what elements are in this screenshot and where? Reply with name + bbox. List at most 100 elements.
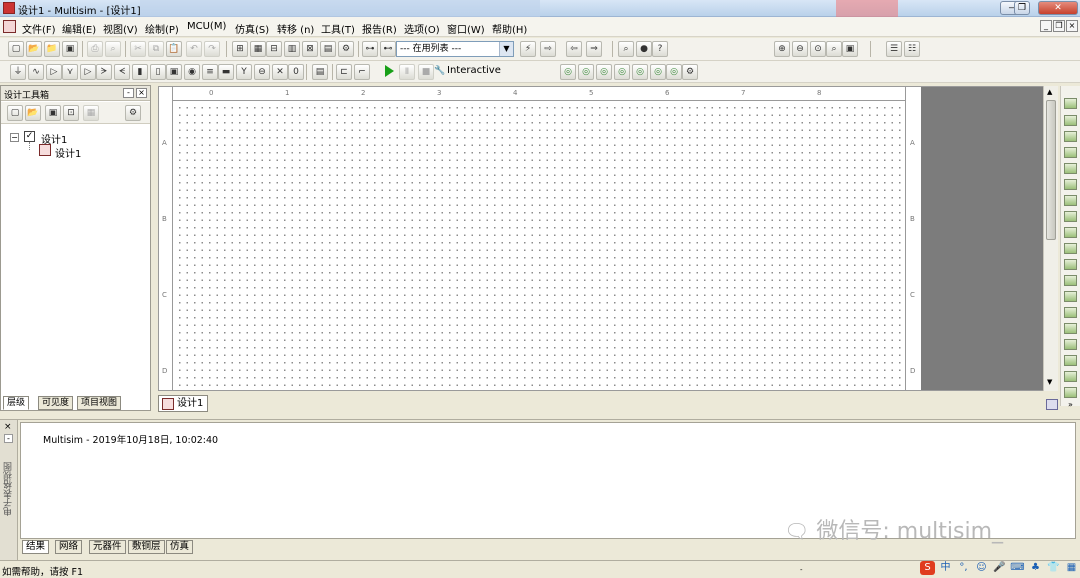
- help-icon[interactable]: ?: [652, 41, 668, 57]
- menu-view[interactable]: 视图(V): [103, 21, 138, 36]
- close-button[interactable]: ✕: [1038, 1, 1078, 15]
- save-icon[interactable]: ▣: [62, 41, 78, 57]
- indicator-icon[interactable]: ▣: [166, 64, 182, 80]
- tree-child-label[interactable]: 设计1: [55, 145, 81, 160]
- misc-icon[interactable]: ≡: [202, 64, 218, 80]
- panel-minimize-button[interactable]: -: [123, 88, 134, 98]
- tab-copper-layers[interactable]: 敷铜层: [128, 540, 165, 554]
- panel-close-button[interactable]: ×: [136, 88, 147, 98]
- paste-icon[interactable]: 📋: [166, 41, 182, 57]
- search-icon[interactable]: ⌕: [618, 41, 634, 57]
- mdi-close-button[interactable]: ×: [1066, 20, 1078, 32]
- checkbox-icon[interactable]: ✓: [24, 131, 35, 142]
- grapher-icon[interactable]: ⊶: [362, 41, 378, 57]
- cmos-icon[interactable]: ᗕ: [114, 64, 130, 80]
- menu-options[interactable]: 选项(O): [404, 21, 440, 36]
- menu-tools[interactable]: 工具(T): [321, 21, 355, 36]
- scrollbar-thumb[interactable]: [1046, 100, 1056, 240]
- menu-mcu[interactable]: MCU(M): [187, 21, 226, 32]
- rf-icon[interactable]: Y: [236, 64, 252, 80]
- wattmeter-icon[interactable]: [1064, 131, 1077, 142]
- transfer-to-ultiboard-icon[interactable]: ⇨: [540, 41, 556, 57]
- distortion-analyzer-icon[interactable]: [1064, 275, 1077, 286]
- forward-annotate-icon[interactable]: ⇒: [586, 41, 602, 57]
- emoji-icon[interactable]: ☺: [974, 561, 989, 575]
- backannotate-icon[interactable]: ⇦: [566, 41, 582, 57]
- more-icon[interactable]: ▦: [1064, 561, 1079, 575]
- probe-icon[interactable]: [1046, 399, 1058, 410]
- mdi-restore-button[interactable]: ❐: [1053, 20, 1065, 32]
- four-channel-oscilloscope-icon[interactable]: [1064, 163, 1077, 174]
- menu-simulate[interactable]: 仿真(S): [235, 21, 269, 36]
- component-wizard-icon[interactable]: ⚙: [338, 41, 354, 57]
- function-generator-icon[interactable]: [1064, 115, 1077, 126]
- spreadsheet-view-icon[interactable]: ⊠: [302, 41, 318, 57]
- logic-converter-icon[interactable]: [1064, 227, 1077, 238]
- advanced-peripherals-icon[interactable]: ▬: [218, 64, 234, 80]
- print-preview-icon[interactable]: ⌕: [105, 41, 121, 57]
- print-icon[interactable]: ⎙: [87, 41, 103, 57]
- source-icon[interactable]: ⏚: [10, 64, 26, 80]
- bode-plotter-icon[interactable]: [1064, 179, 1077, 190]
- fullscreen-icon[interactable]: ▣: [842, 41, 858, 57]
- netlist-icon[interactable]: ☷: [904, 41, 920, 57]
- delete-icon[interactable]: ▦: [83, 105, 99, 121]
- pause-simulation-icon[interactable]: Ⅱ: [399, 64, 415, 80]
- close-design-icon[interactable]: ⊡: [63, 105, 79, 121]
- ni-component-icon[interactable]: ✕: [272, 64, 288, 80]
- tab-design1[interactable]: 设计1: [158, 395, 208, 412]
- iv-analyzer-icon[interactable]: [1064, 259, 1077, 270]
- spectrum-analyzer-icon[interactable]: [1064, 291, 1077, 302]
- junction-icon[interactable]: ⌐: [354, 64, 370, 80]
- tab-project-view[interactable]: 项目视图: [77, 396, 122, 410]
- menu-help[interactable]: 帮助(H): [492, 21, 527, 36]
- panel-minimize-button[interactable]: -: [4, 434, 13, 443]
- agilent-multimeter-icon[interactable]: [1064, 339, 1077, 350]
- bus-icon[interactable]: ⊏: [336, 64, 352, 80]
- punctuation-icon[interactable]: °,: [956, 561, 971, 575]
- stop-simulation-icon[interactable]: ■: [418, 64, 434, 80]
- erc-icon[interactable]: ⚡: [520, 41, 536, 57]
- toolbox-icon[interactable]: ♣: [1028, 561, 1043, 575]
- sogou-logo-icon[interactable]: S: [920, 561, 935, 575]
- maximize-button[interactable]: ❐: [1014, 1, 1030, 15]
- probe-reference-icon[interactable]: ◎: [632, 64, 648, 80]
- redo-icon[interactable]: ↷: [204, 41, 220, 57]
- word-generator-icon[interactable]: [1064, 211, 1077, 222]
- zoom-in-icon[interactable]: ⊕: [774, 41, 790, 57]
- tab-results[interactable]: 结果: [22, 540, 50, 554]
- tab-hierarchy[interactable]: 层级: [3, 396, 30, 410]
- open-sample-icon[interactable]: 📁: [44, 41, 60, 57]
- probe-settings-icon[interactable]: ◎: [666, 64, 682, 80]
- new-file-icon[interactable]: ▢: [7, 105, 23, 121]
- probe-digital-icon[interactable]: ◎: [650, 64, 666, 80]
- ttl-icon[interactable]: ᗒ: [96, 64, 112, 80]
- electromechanical-icon[interactable]: ⊖: [254, 64, 270, 80]
- mixed-icon[interactable]: ▯: [150, 64, 166, 80]
- hierarchical-block-icon[interactable]: ▤: [312, 64, 328, 80]
- in-use-list-select[interactable]: --- 在用列表 --- ▼: [396, 41, 514, 57]
- menu-transfer[interactable]: 转移 (n): [277, 21, 314, 36]
- skin-icon[interactable]: 👕: [1046, 561, 1061, 575]
- oscilloscope-icon[interactable]: [1064, 147, 1077, 158]
- menu-place[interactable]: 绘制(P): [145, 21, 179, 36]
- save-icon[interactable]: ▣: [45, 105, 61, 121]
- tab-nets[interactable]: 网络: [55, 540, 83, 554]
- canvas-vertical-scrollbar[interactable]: ▲ ▼: [1043, 86, 1058, 391]
- toggle-fullscreen-icon[interactable]: ⊞: [232, 41, 248, 57]
- chevron-down-icon[interactable]: ▼: [499, 42, 513, 56]
- education-website-icon[interactable]: ●: [636, 41, 652, 57]
- database-manager-icon[interactable]: ▤: [320, 41, 336, 57]
- probe-voltage-icon[interactable]: ◎: [560, 64, 576, 80]
- zoom-sheet-icon[interactable]: ⌕: [826, 41, 842, 57]
- analog-icon[interactable]: ▷: [80, 64, 96, 80]
- network-analyzer-icon[interactable]: [1064, 307, 1077, 318]
- scroll-up-icon[interactable]: ▲: [1047, 88, 1052, 96]
- document-icon[interactable]: [3, 20, 16, 33]
- zoom-area-icon[interactable]: ⊟: [266, 41, 282, 57]
- scroll-down-icon[interactable]: ▼: [1047, 378, 1052, 386]
- menu-window[interactable]: 窗口(W): [447, 21, 485, 36]
- menu-reports[interactable]: 报告(R): [362, 21, 397, 36]
- copy-icon[interactable]: ⧉: [148, 41, 164, 57]
- cut-icon[interactable]: ✂: [130, 41, 146, 57]
